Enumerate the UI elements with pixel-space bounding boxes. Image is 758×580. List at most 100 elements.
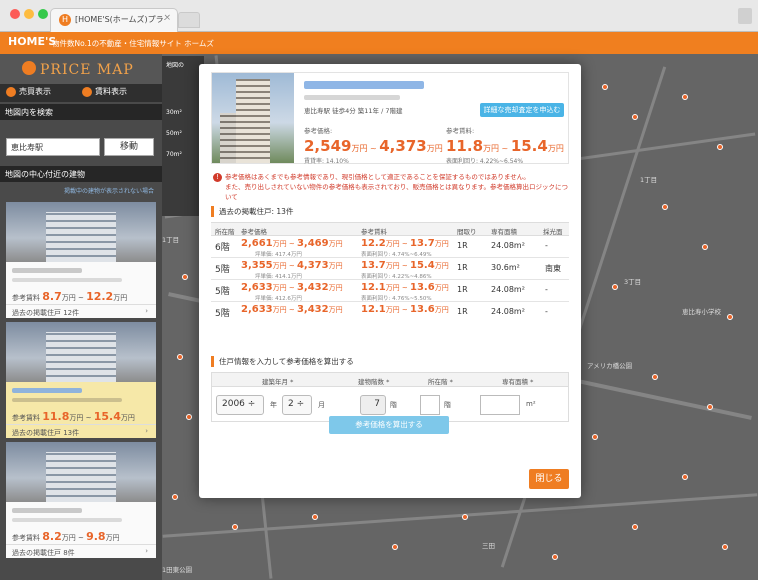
map-marker[interactable]: [462, 514, 468, 520]
chevron-right-icon: ›: [145, 427, 148, 435]
price-map-logo[interactable]: PRICE MAP: [0, 54, 162, 84]
col-rent: 参考賃料: [361, 228, 387, 236]
floors-unit: 階: [390, 401, 397, 409]
map-marker[interactable]: [182, 274, 188, 280]
area-unit: m²: [526, 400, 536, 408]
row-price-sub: 坪単価: 412.6万円: [255, 296, 302, 302]
reference-price-sub: 賃貸率: 14.10%: [304, 158, 349, 165]
calc-title: 住戸情報を入力して参考価格を算出する: [211, 356, 354, 367]
building-card[interactable]: 参考賃料 8.7万円 ~ 12.2万円 過去の掲載住戸 12件 ›: [6, 202, 156, 318]
map-marker[interactable]: [632, 524, 638, 530]
map-marker[interactable]: [727, 314, 733, 320]
map-marker[interactable]: [312, 514, 318, 520]
table-row[interactable]: 5階 2,633万円 ~ 3,432万円 坪単価: 412.6万円 12.1万円…: [211, 280, 569, 302]
building-floors-field: 7: [360, 395, 386, 415]
map-marker[interactable]: [392, 544, 398, 550]
nearby-buildings-heading: 地図の中心付近の建物: [0, 166, 162, 182]
table-row[interactable]: 5階 2,633万円 ~ 3,432万円 12.1万円 ~ 13.6万円 1R …: [211, 302, 569, 319]
row-price-sub: 坪単価: 414.1万円: [255, 274, 302, 280]
row-rent: 12.1万円 ~ 13.6万円: [361, 304, 449, 315]
table-row[interactable]: 5階 3,355万円 ~ 4,373万円 坪単価: 414.1万円 13.7万円…: [211, 258, 569, 280]
map-legend: 地図の 30m² 50m² 70m²: [162, 56, 204, 216]
map-marker[interactable]: [702, 244, 708, 250]
col-direction: 採光面: [543, 228, 563, 236]
disclaimer-line1: 参考価格はあくまでも参考情報であり、現引価格として適正であることを保証するもので…: [225, 173, 530, 181]
map-marker[interactable]: [177, 354, 183, 360]
map-marker[interactable]: [652, 374, 658, 380]
building-photo: [6, 202, 156, 262]
calc-header: 建築年月 * 建物階数 * 所在階 * 専有面積 *: [212, 373, 568, 387]
tab-rent-label: 賃料表示: [95, 87, 127, 96]
row-price-sub: 坪単価: 417.4万円: [255, 252, 302, 258]
browser-menu-icon[interactable]: [738, 8, 752, 24]
table-row[interactable]: 6階 2,661万円 ~ 3,469万円 坪単価: 417.4万円 12.2万円…: [211, 236, 569, 258]
built-year-select[interactable]: 2006 ÷: [216, 395, 264, 415]
warning-icon: !: [213, 173, 222, 182]
map-marker[interactable]: [552, 554, 558, 560]
table-header: 所在階 参考価格 参考賃料 間取り 専有面積 採光面: [211, 222, 569, 236]
row-price: 2,633万円 ~ 3,432万円: [241, 304, 343, 315]
building-photo: [212, 73, 294, 163]
missing-building-link[interactable]: 掲載中の建物が表示されない場合: [0, 186, 162, 198]
card-past-listings-link[interactable]: 過去の掲載住戸 12件 ›: [6, 304, 156, 318]
row-layout: 1R: [457, 285, 468, 294]
zoom-window-icon[interactable]: [38, 9, 48, 19]
area-input[interactable]: [480, 395, 520, 415]
close-window-icon[interactable]: [10, 9, 20, 19]
card-past-listings-link[interactable]: 過去の掲載住戸 13件 ›: [6, 424, 156, 438]
tab-close-icon[interactable]: ×: [163, 13, 171, 23]
row-layout: 1R: [457, 263, 468, 272]
building-photo: [6, 322, 156, 382]
reference-price-label: 参考価格:: [304, 127, 333, 135]
map-marker[interactable]: [707, 404, 713, 410]
map-marker[interactable]: [662, 204, 668, 210]
map-marker[interactable]: [612, 284, 618, 290]
floor-input[interactable]: [420, 395, 440, 415]
move-button[interactable]: 移動: [104, 138, 154, 156]
map-label: アメリカ橋公園: [587, 362, 633, 370]
new-tab-button[interactable]: [178, 12, 200, 28]
row-direction: 南東: [545, 264, 561, 273]
row-floor: 6階: [215, 243, 230, 253]
map-marker[interactable]: [186, 414, 192, 420]
row-rent-sub: 表面利回り: 4.22%~4.86%: [361, 274, 432, 280]
map-marker[interactable]: [172, 494, 178, 500]
row-price: 3,355万円 ~ 4,373万円: [241, 260, 343, 271]
past-listings-table: 所在階 参考価格 参考賃料 間取り 専有面積 採光面 6階 2,661万円 ~ …: [211, 222, 569, 319]
calc-col-area: 専有面積 *: [502, 378, 534, 386]
map-label: 1丁目: [162, 236, 180, 244]
map-marker[interactable]: [682, 94, 688, 100]
homes-logo[interactable]: HOME'S: [8, 35, 56, 48]
map-marker[interactable]: [682, 474, 688, 480]
col-price: 参考価格: [241, 228, 267, 236]
map-marker[interactable]: [722, 544, 728, 550]
map-marker[interactable]: [632, 114, 638, 120]
row-floor: 5階: [215, 265, 230, 275]
calculate-price-button[interactable]: 参考価格を算出する: [329, 416, 449, 434]
reference-rent-box: 参考賃料: 11.8万円 ~ 15.4万円 表面利回り: 4.22%~6.54%: [446, 125, 564, 165]
building-name-blurred: [304, 81, 424, 89]
row-direction: -: [545, 241, 548, 250]
card-past-listings-link[interactable]: 過去の掲載住戸 8件 ›: [6, 544, 156, 558]
row-direction: -: [545, 285, 548, 294]
close-button[interactable]: 閉じる: [529, 469, 569, 489]
map-marker[interactable]: [717, 144, 723, 150]
chevron-right-icon: ›: [145, 307, 148, 315]
disclaimer-line2[interactable]: また、売り出しされていない物件の参考価格も表示されており、販売価格とは異なります…: [213, 182, 573, 202]
row-floor: 5階: [215, 287, 230, 297]
row-price: 2,661万円 ~ 3,469万円: [241, 238, 343, 249]
map-marker[interactable]: [592, 434, 598, 440]
built-month-select[interactable]: 2 ÷: [282, 395, 312, 415]
row-floor: 5階: [215, 309, 230, 319]
building-card[interactable]: 参考賃料 8.2万円 ~ 9.8万円 過去の掲載住戸 8件 ›: [6, 442, 156, 558]
sale-assessment-button[interactable]: 詳細な売却査定を申込む: [480, 103, 564, 117]
minimize-window-icon[interactable]: [24, 9, 34, 19]
map-marker[interactable]: [232, 524, 238, 530]
tab-sale-view[interactable]: 売買表示: [6, 86, 51, 100]
building-card-selected[interactable]: 参考賃料 11.8万円 ~ 15.4万円 過去の掲載住戸 13件 ›: [6, 322, 156, 438]
tab-rent-view[interactable]: 賃料表示: [82, 86, 127, 100]
row-rent: 12.2万円 ~ 13.7万円: [361, 238, 449, 249]
browser-tab[interactable]: H [HOME'S(ホームズ)プライ ×: [50, 8, 178, 32]
station-search-input[interactable]: 恵比寿駅: [6, 138, 100, 156]
map-marker[interactable]: [602, 84, 608, 90]
